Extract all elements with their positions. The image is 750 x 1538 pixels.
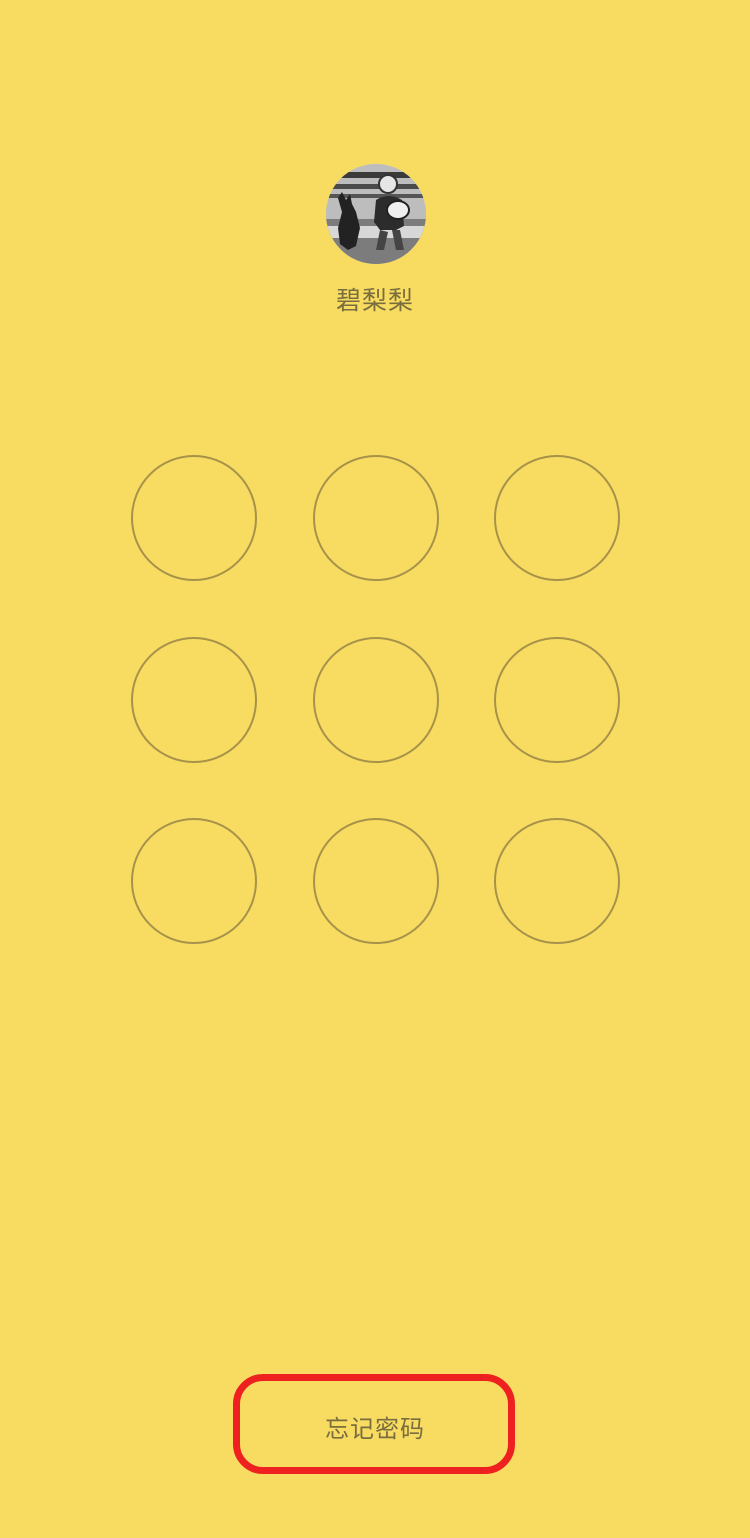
pattern-node-9[interactable] <box>494 818 620 944</box>
profile-name: 碧梨梨 <box>335 286 414 315</box>
pattern-node-5[interactable] <box>312 636 439 763</box>
pattern-node-3[interactable] <box>494 455 620 581</box>
pattern-node-7[interactable] <box>131 818 257 944</box>
pattern-lock-screen: 碧梨梨 忘记密码 <box>0 0 750 1538</box>
pattern-node-2[interactable] <box>312 455 439 581</box>
avatar <box>326 164 426 264</box>
pattern-node-4[interactable] <box>131 636 257 763</box>
pattern-node-6[interactable] <box>494 636 620 763</box>
user-photo-avatar-icon <box>326 164 426 264</box>
pattern-node-1[interactable] <box>131 455 257 581</box>
forgot-password-button[interactable]: 忘记密码 <box>250 1392 500 1460</box>
pattern-grid[interactable] <box>131 455 621 945</box>
pattern-node-8[interactable] <box>312 818 439 944</box>
